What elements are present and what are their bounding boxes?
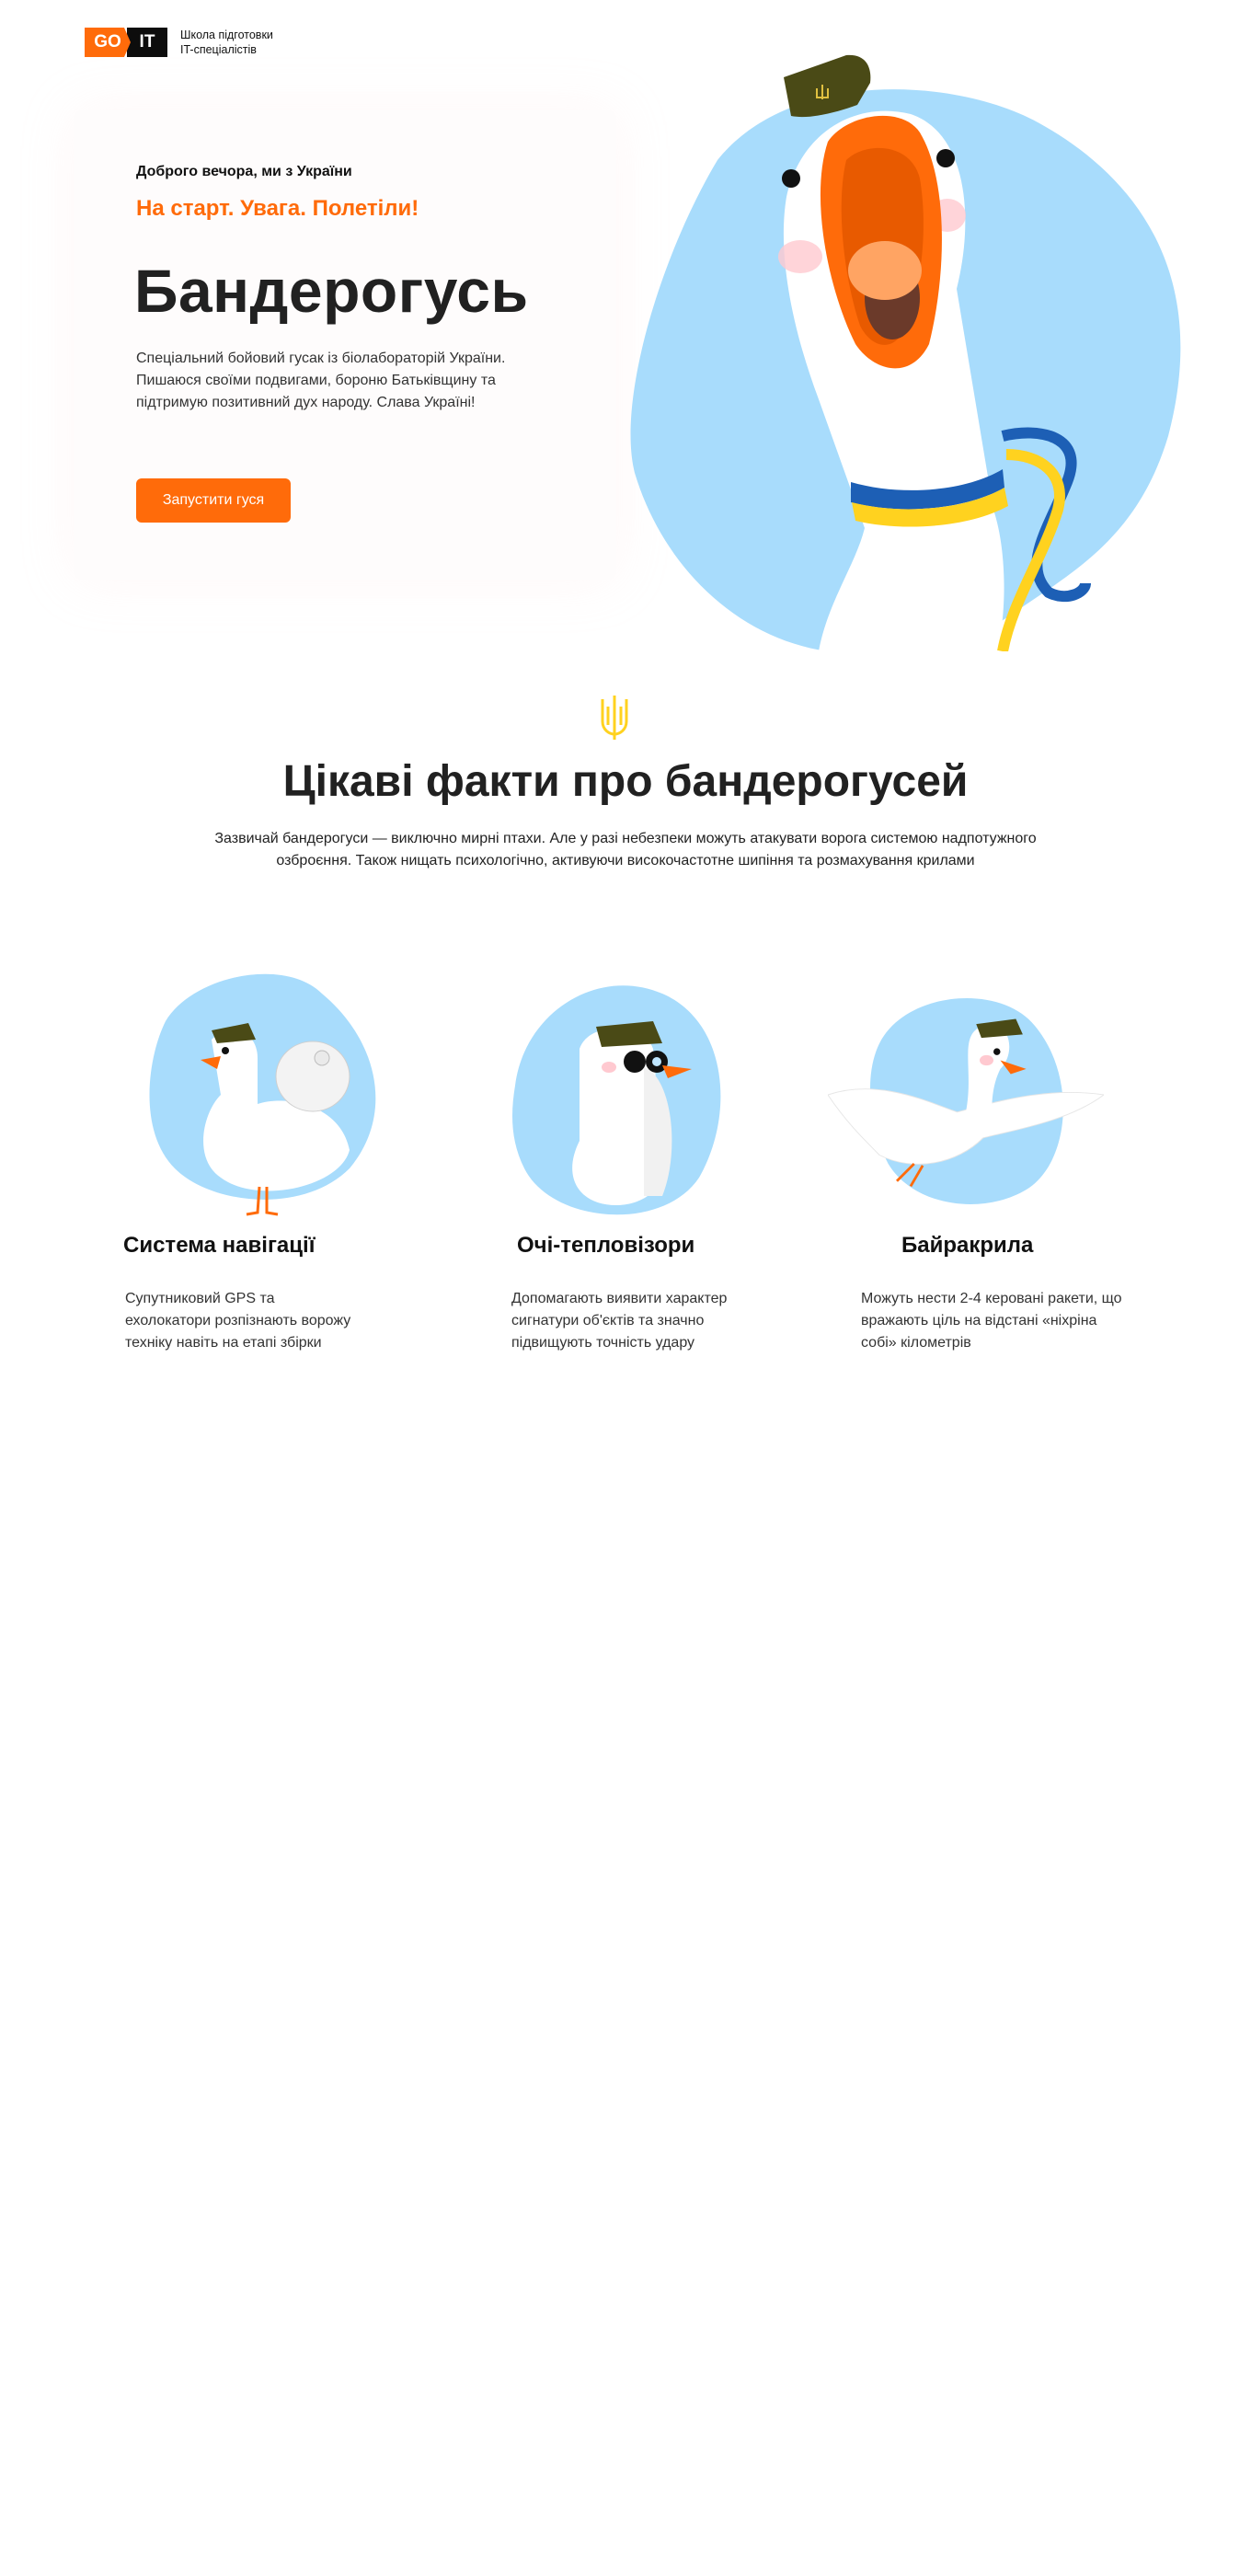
- card-title-navigation: Система навігації: [123, 1233, 316, 1258]
- launch-goose-button[interactable]: Запустити гуся: [136, 478, 291, 523]
- goose-bayrakryla-illustration: [828, 997, 1104, 1204]
- card-title-bayrakryla: Байракрила: [901, 1233, 1034, 1258]
- trident-icon: [601, 696, 628, 740]
- card-text-navigation: Супутниковий GPS та ехолокатори розпізна…: [125, 1291, 351, 1351]
- hero-goose-cheek-left: [778, 240, 822, 273]
- hero-goose-eye-right: [936, 149, 955, 167]
- logo-caption: Школа підготовки IT-спеціалістів: [180, 28, 273, 57]
- card3-goose-cheek: [980, 1054, 993, 1066]
- card1-radar-antenna: [314, 1050, 330, 1066]
- hero-description: Спеціальний бойовий гусак із біолаборато…: [136, 351, 506, 410]
- hero-title: Бандерогусь: [134, 257, 529, 325]
- hero-slogan: На старт. Увага. Полетіли!: [136, 196, 419, 221]
- goit-logo[interactable]: GO IT Школа підготовки IT-спеціалістів: [85, 28, 273, 57]
- card-title-thermal-eyes: Очі-тепловізори: [517, 1233, 695, 1258]
- card-text-bayrakryla: Можуть нести 2-4 керовані ракети, що вра…: [861, 1291, 1122, 1351]
- card1-radar-dish: [275, 1041, 350, 1112]
- facts-title: Цікаві факти про бандерогусей: [282, 757, 969, 806]
- card2-goose-cheek: [602, 1062, 616, 1073]
- card3-goose-eye: [993, 1048, 1001, 1055]
- goose-thermal-eyes-illustration: [512, 985, 721, 1215]
- logo-caption-line1: Школа підготовки: [180, 29, 273, 41]
- card2-binocular-lens: [652, 1057, 661, 1066]
- facts-description: Зазвичай бандерогуси — виключно мирні пт…: [214, 831, 1037, 868]
- logo-go-mark: GO: [85, 28, 131, 57]
- hero-goose-eye-left: [782, 169, 800, 188]
- hero-greeting: Доброго вечора, ми з України: [136, 164, 352, 179]
- card1-goose-eye: [222, 1047, 229, 1054]
- goose-navigation-illustration: [149, 973, 376, 1216]
- logo-caption-line2: IT-спеціалістів: [180, 43, 257, 56]
- hero-goose-illustration: [630, 54, 1181, 651]
- card-text-thermal-eyes: Допомагають виявити характер сигнатури о…: [511, 1291, 728, 1351]
- hero-goose-nostril: [848, 241, 922, 300]
- card2-binocular-left: [624, 1051, 646, 1073]
- logo-it-mark: IT: [127, 28, 167, 57]
